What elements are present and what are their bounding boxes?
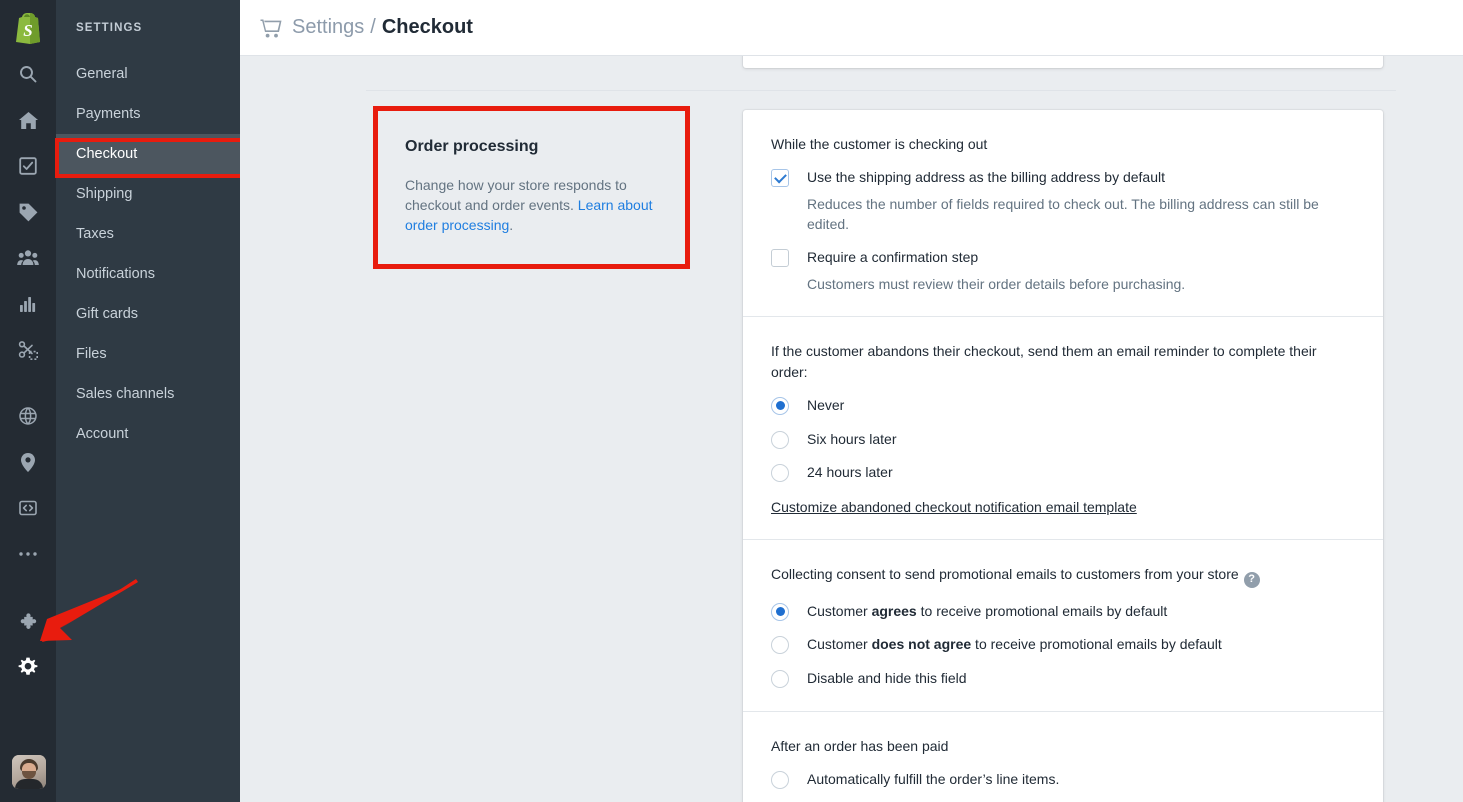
help-use-shipping-as-billing: Reduces the number of fields required to… <box>807 194 1355 235</box>
radio-reminder-never[interactable] <box>771 397 789 415</box>
order-processing-title: Order processing <box>405 138 658 156</box>
customer-agrees-post: to receive promotional emails by default <box>917 603 1168 619</box>
section-label-marketing-consent: Collecting consent to send promotional e… <box>771 564 1355 588</box>
home-icon[interactable] <box>8 100 48 140</box>
option-use-shipping-as-billing[interactable]: Use the shipping address as the billing … <box>771 168 1355 188</box>
section-label-checking-out: While the customer is checking out <box>771 134 1355 154</box>
section-abandoned-checkout: If the customer abandons their checkout,… <box>743 317 1383 539</box>
option-reminder-24-hours[interactable]: 24 hours later <box>771 463 1355 483</box>
shopify-bag-logo[interactable]: S <box>8 8 48 48</box>
label-reminder-six-hours: Six hours later <box>807 430 896 450</box>
breadcrumb-separator: / <box>370 16 376 39</box>
sidebar-item-account[interactable]: Account <box>56 414 240 454</box>
option-require-confirmation-step[interactable]: Require a confirmation step <box>771 248 1355 268</box>
section-after-order-paid: After an order has been paid Automatical… <box>743 712 1383 802</box>
section-marketing-consent: Collecting consent to send promotional e… <box>743 540 1383 712</box>
previous-section-card-partial <box>743 56 1383 68</box>
order-processing-description-text: Change how your store responds to checko… <box>405 176 658 236</box>
svg-text:S: S <box>23 21 32 40</box>
user-avatar[interactable] <box>12 755 46 789</box>
top-bar: Settings / Checkout Save <box>240 0 1463 56</box>
sidebar-item-notifications[interactable]: Notifications <box>56 254 240 294</box>
search-icon[interactable] <box>8 54 48 94</box>
label-fulfill-line-items: Automatically fulfill the order’s line i… <box>807 770 1059 790</box>
customer-does-not-agree-pre: Customer <box>807 636 872 652</box>
sidebar-item-checkout[interactable]: Checkout <box>56 134 240 174</box>
label-reminder-24-hours: 24 hours later <box>807 463 893 483</box>
option-customer-agrees[interactable]: Customer agrees to receive promotional e… <box>771 602 1355 622</box>
breadcrumb: Settings / Checkout <box>240 16 473 39</box>
location-pin-icon[interactable] <box>8 442 48 482</box>
section-divider <box>366 90 1396 91</box>
checkbox-require-confirmation-step[interactable] <box>771 249 789 267</box>
radio-customer-agrees[interactable] <box>771 603 789 621</box>
online-store-globe-icon[interactable] <box>8 396 48 436</box>
radio-disable-hide-field[interactable] <box>771 670 789 688</box>
option-reminder-never[interactable]: Never <box>771 396 1355 416</box>
radio-fulfill-line-items[interactable] <box>771 771 789 789</box>
order-processing-description: Order processing Change how your store r… <box>377 114 686 269</box>
cart-icon <box>260 18 282 38</box>
option-customer-does-not-agree[interactable]: Customer does not agree to receive promo… <box>771 635 1355 655</box>
orders-checkbox-icon[interactable] <box>8 146 48 186</box>
sidebar-heading: SETTINGS <box>56 0 240 34</box>
sidebar-item-general[interactable]: General <box>56 54 240 94</box>
sidebar-item-gift-cards[interactable]: Gift cards <box>56 294 240 334</box>
analytics-bars-icon[interactable] <box>8 284 48 324</box>
order-processing-link-suffix: . <box>509 217 513 233</box>
sidebar-item-taxes[interactable]: Taxes <box>56 214 240 254</box>
primary-icon-rail: S <box>0 0 56 802</box>
avatar-body <box>15 779 43 789</box>
customers-people-icon[interactable] <box>8 238 48 278</box>
customer-does-not-agree-strong: does not agree <box>872 636 972 652</box>
label-disable-hide-field: Disable and hide this field <box>807 669 967 689</box>
main-content: Order processing Change how your store r… <box>240 56 1463 802</box>
products-tag-icon[interactable] <box>8 192 48 232</box>
settings-sidebar: SETTINGS General Payments Checkout Shipp… <box>56 0 240 802</box>
help-require-confirmation-step: Customers must review their order detail… <box>807 274 1355 294</box>
customer-agrees-pre: Customer <box>807 603 872 619</box>
option-reminder-six-hours[interactable]: Six hours later <box>771 430 1355 450</box>
code-icon[interactable] <box>8 488 48 528</box>
checkbox-use-shipping-as-billing[interactable] <box>771 169 789 187</box>
page-title: Checkout <box>382 16 473 39</box>
section-while-checking-out: While the customer is checking out Use t… <box>743 110 1383 317</box>
checkout-settings-panel: While the customer is checking out Use t… <box>743 110 1383 802</box>
sidebar-item-shipping[interactable]: Shipping <box>56 174 240 214</box>
option-disable-hide-field[interactable]: Disable and hide this field <box>771 669 1355 689</box>
discounts-scissors-icon[interactable] <box>8 330 48 370</box>
section-label-after-order-paid: After an order has been paid <box>771 736 1355 756</box>
apps-puzzle-icon[interactable] <box>8 600 48 640</box>
sidebar-nav-list: General Payments Checkout Shipping Taxes… <box>56 54 240 454</box>
label-customer-does-not-agree: Customer does not agree to receive promo… <box>807 635 1222 655</box>
radio-reminder-six-hours[interactable] <box>771 431 789 449</box>
help-question-icon[interactable]: ? <box>1244 572 1260 588</box>
label-require-confirmation-step: Require a confirmation step <box>807 248 978 268</box>
customer-agrees-strong: agrees <box>872 603 917 619</box>
radio-customer-does-not-agree[interactable] <box>771 636 789 654</box>
settings-gear-icon[interactable] <box>8 646 48 686</box>
customize-abandoned-checkout-email-link[interactable]: Customize abandoned checkout notificatio… <box>771 499 1137 515</box>
customer-does-not-agree-post: to receive promotional emails by default <box>971 636 1222 652</box>
label-customer-agrees: Customer agrees to receive promotional e… <box>807 602 1167 622</box>
marketing-consent-label-text: Collecting consent to send promotional e… <box>771 566 1239 582</box>
sidebar-item-sales-channels[interactable]: Sales channels <box>56 374 240 414</box>
sidebar-item-files[interactable]: Files <box>56 334 240 374</box>
sidebar-item-payments[interactable]: Payments <box>56 94 240 134</box>
option-fulfill-line-items[interactable]: Automatically fulfill the order’s line i… <box>771 770 1355 790</box>
breadcrumb-settings-link[interactable]: Settings <box>292 16 364 39</box>
section-label-abandoned-checkout: If the customer abandons their checkout,… <box>771 341 1355 382</box>
label-use-shipping-as-billing: Use the shipping address as the billing … <box>807 168 1165 188</box>
radio-reminder-24-hours[interactable] <box>771 464 789 482</box>
ellipsis-icon[interactable] <box>8 534 48 574</box>
label-reminder-never: Never <box>807 396 844 416</box>
